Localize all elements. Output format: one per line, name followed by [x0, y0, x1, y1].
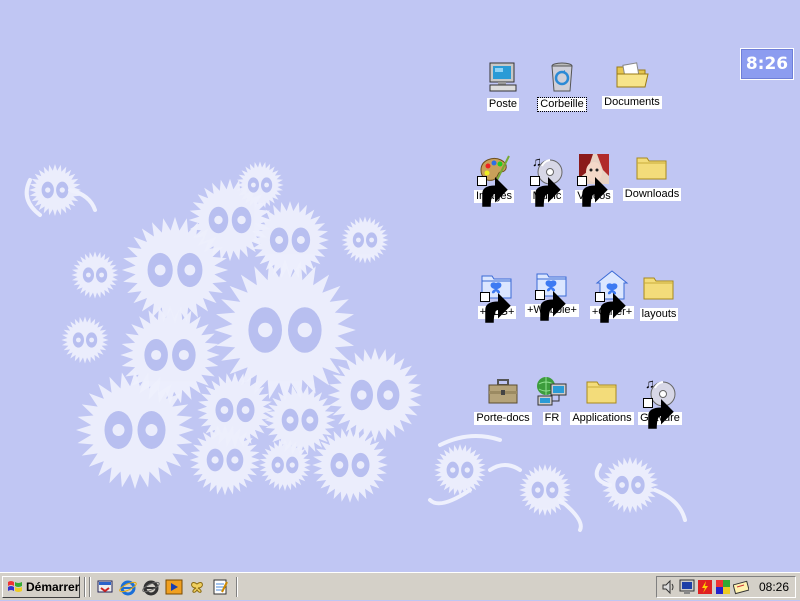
flash-icon[interactable] — [697, 579, 713, 595]
svg-text:♫: ♫ — [532, 154, 542, 169]
music-cd-icon: ♫ — [643, 374, 677, 429]
system-tray: 08:26 — [656, 576, 796, 598]
shortcut-arrow-icon — [530, 176, 561, 207]
desktop-icon-gravure[interactable]: ♫ Gravure — [620, 374, 700, 429]
folder-icon — [635, 150, 669, 184]
internet-explorer-alt-icon[interactable] — [142, 578, 160, 596]
start-label: Démarrer — [26, 580, 80, 594]
desktop-icon-label: Poste — [486, 98, 520, 111]
shortcut-arrow-icon — [595, 292, 626, 323]
tray-clock[interactable]: 08:26 — [759, 577, 789, 597]
palette-icon — [477, 152, 511, 207]
folder-icon — [642, 270, 676, 304]
desktop-icon-corbeille[interactable]: Corbeille — [522, 60, 602, 112]
butterfly-folder-icon — [535, 266, 569, 321]
volume-icon[interactable] — [661, 579, 677, 595]
butterfly-app-icon[interactable] — [188, 578, 206, 596]
desktop-icon-layouts[interactable]: layouts — [619, 270, 699, 322]
monitor-icon[interactable] — [679, 579, 695, 595]
video-face-icon — [577, 152, 611, 207]
shortcut-arrow-icon — [643, 398, 674, 429]
clock-widget[interactable]: 8:26 — [740, 48, 794, 80]
desktop-icon-label: layouts — [639, 308, 679, 321]
computer-icon — [486, 60, 520, 94]
taskbar: Démarrer 08:26 — [0, 572, 800, 600]
start-button[interactable]: Démarrer — [2, 576, 80, 598]
ticket-icon[interactable] — [732, 579, 750, 595]
desktop-icon-label: Documents — [602, 96, 662, 109]
folder-open-icon — [615, 58, 649, 92]
folder-icon — [585, 374, 619, 408]
svg-text:♫: ♫ — [645, 376, 655, 391]
butterfly-folder-icon — [480, 268, 514, 323]
taskbar-separator — [236, 577, 238, 597]
media-player-icon[interactable] — [165, 578, 183, 596]
shortcut-arrow-icon — [535, 290, 566, 321]
desktop-icon-downloads[interactable]: Downloads — [612, 150, 692, 202]
color-blocks-icon[interactable] — [715, 579, 731, 595]
desktop-icon-label: Corbeille — [537, 97, 587, 112]
recycle-bin-icon — [545, 60, 579, 94]
notepad-icon[interactable] — [211, 578, 229, 596]
windows-flag-icon — [8, 581, 22, 592]
internet-explorer-icon[interactable] — [119, 578, 137, 596]
show-desktop-icon[interactable] — [96, 578, 114, 596]
taskbar-separator — [84, 577, 86, 597]
desktop-icon-documents[interactable]: Documents — [592, 58, 672, 110]
shortcut-arrow-icon — [577, 176, 608, 207]
desktop-icon-label: FR — [542, 412, 562, 425]
desktop[interactable]: 8:26 Poste Corbeille Documents Images ♫ Music… — [0, 0, 800, 572]
shortcut-arrow-icon — [480, 292, 511, 323]
desktop-icon-label: Downloads — [622, 188, 682, 201]
taskbar-separator — [89, 577, 91, 597]
shortcut-arrow-icon — [477, 176, 508, 207]
